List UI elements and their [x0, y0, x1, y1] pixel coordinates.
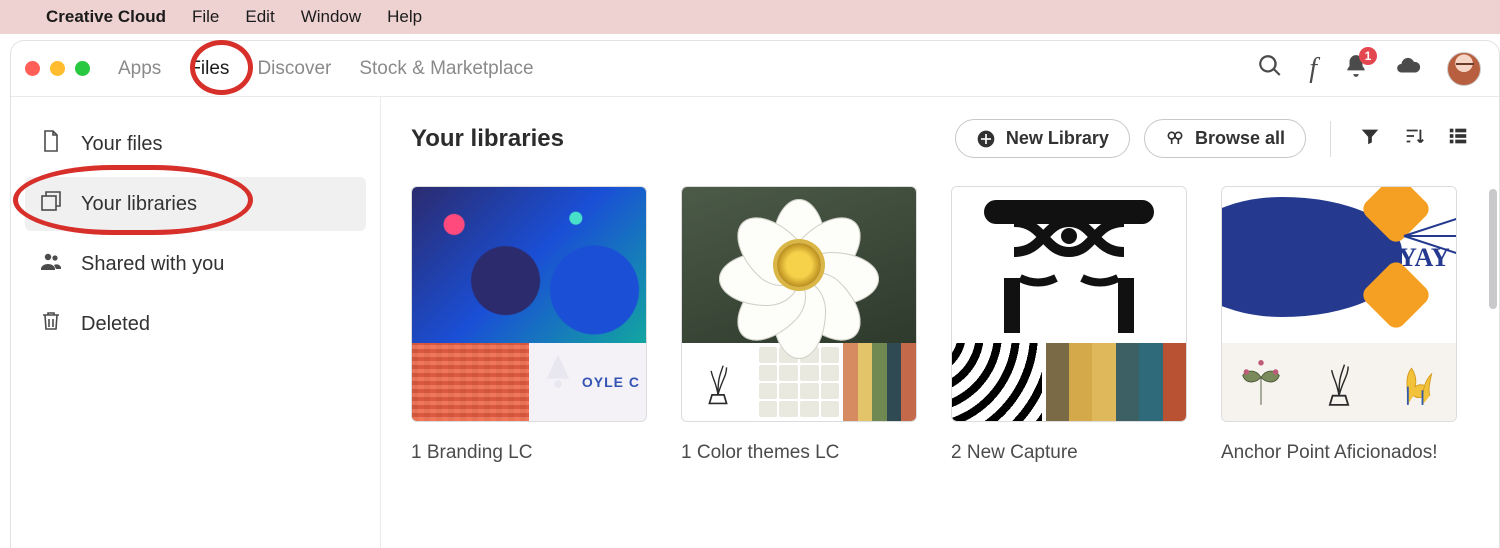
library-card[interactable]: 2 New Capture	[951, 186, 1187, 464]
browse-all-label: Browse all	[1195, 128, 1285, 149]
content-header: Your libraries New Library Browse all	[411, 119, 1469, 158]
libraries-icon	[39, 189, 63, 219]
new-library-label: New Library	[1006, 128, 1109, 149]
menubar-item-file[interactable]: File	[192, 7, 219, 27]
library-thumbnail: YAY ILL	[1221, 186, 1457, 422]
trash-icon	[39, 309, 63, 339]
app-tabs: Apps Files Discover Stock & Marketplace	[118, 58, 534, 80]
sidebar-item-deleted[interactable]: Deleted	[25, 297, 366, 351]
sidebar-item-your-files[interactable]: Your files	[25, 117, 366, 171]
window-close[interactable]	[25, 61, 40, 76]
search-icon[interactable]	[1257, 53, 1283, 84]
cloud-sync-icon[interactable]	[1395, 53, 1421, 84]
library-name: 1 Branding LC	[411, 442, 647, 464]
new-library-button[interactable]: New Library	[955, 119, 1130, 158]
sidebar-item-label: Your libraries	[81, 193, 197, 216]
sidebar-item-your-libraries[interactable]: Your libraries	[25, 177, 366, 231]
library-card[interactable]: OYLE C 1 Branding LC	[411, 186, 647, 464]
library-thumbnail	[681, 186, 917, 422]
sort-icon[interactable]	[1403, 125, 1425, 152]
library-card[interactable]: YAY ILL	[1221, 186, 1457, 464]
shared-icon	[39, 249, 63, 279]
library-thumbnail: OYLE C	[411, 186, 647, 422]
tab-discover[interactable]: Discover	[257, 58, 331, 80]
fonts-icon[interactable]: f	[1309, 53, 1317, 85]
tab-apps[interactable]: Apps	[118, 58, 161, 80]
divider	[1330, 121, 1331, 157]
color-palette	[1046, 343, 1186, 421]
thumbnail-text: OYLE C	[582, 374, 640, 390]
page-title: Your libraries	[411, 125, 941, 153]
sidebar-item-label: Deleted	[81, 313, 150, 336]
library-thumbnail	[951, 186, 1187, 422]
libraries-grid: OYLE C 1 Branding LC	[411, 186, 1469, 464]
app-toolbar: Apps Files Discover Stock & Marketplace …	[11, 41, 1499, 97]
library-name: Anchor Point Aficionados!	[1221, 442, 1457, 464]
menubar-item-edit[interactable]: Edit	[245, 7, 274, 27]
menubar-item-window[interactable]: Window	[301, 7, 361, 27]
window-zoom[interactable]	[75, 61, 90, 76]
tab-files[interactable]: Files	[189, 58, 229, 80]
notifications-icon[interactable]: 1	[1343, 53, 1369, 84]
file-icon	[39, 129, 63, 159]
library-name: 1 Color themes LC	[681, 442, 917, 464]
sidebar-item-shared-with-you[interactable]: Shared with you	[25, 237, 366, 291]
notifications-badge: 1	[1359, 47, 1377, 65]
scrollbar[interactable]	[1489, 189, 1497, 309]
sidebar: Your files Your libraries Shared with yo…	[11, 97, 381, 548]
filter-icon[interactable]	[1359, 125, 1381, 152]
menubar-item-help[interactable]: Help	[387, 7, 422, 27]
macos-menubar: Creative Cloud File Edit Window Help	[0, 0, 1500, 34]
library-name: 2 New Capture	[951, 442, 1187, 464]
view-list-icon[interactable]	[1447, 125, 1469, 152]
window-controls	[25, 61, 90, 76]
sidebar-item-label: Shared with you	[81, 253, 224, 276]
window-minimize[interactable]	[50, 61, 65, 76]
library-card[interactable]: 1 Color themes LC	[681, 186, 917, 464]
thumbnail-text: YAY ILL	[1398, 243, 1456, 273]
content-pane: Your libraries New Library Browse all	[381, 97, 1499, 548]
app-window: Apps Files Discover Stock & Marketplace …	[10, 40, 1500, 548]
color-palette	[843, 343, 916, 421]
tab-stock-marketplace[interactable]: Stock & Marketplace	[359, 58, 533, 80]
sidebar-item-label: Your files	[81, 133, 163, 156]
browse-all-button[interactable]: Browse all	[1144, 119, 1306, 158]
menubar-app-name[interactable]: Creative Cloud	[46, 7, 166, 27]
account-avatar[interactable]	[1447, 52, 1481, 86]
